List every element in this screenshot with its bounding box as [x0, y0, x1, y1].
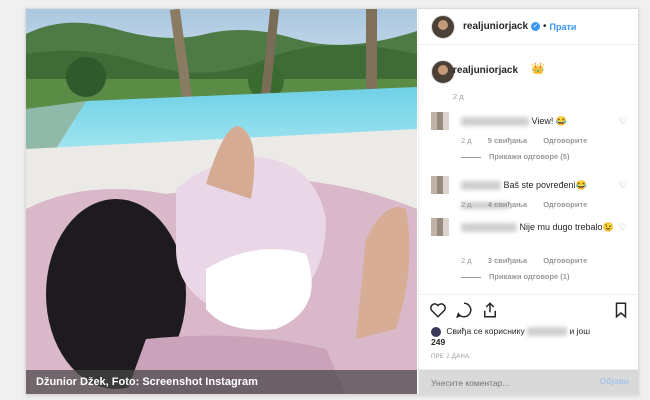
commenter-username-redacted[interactable]: [461, 117, 529, 127]
verified-badge-icon: ✓: [531, 22, 541, 31]
comment-time: 2 д: [461, 200, 472, 209]
post-header: realjuniorjack ✓ • Прати: [419, 9, 638, 45]
likes-count[interactable]: 249: [431, 337, 445, 347]
comments-list[interactable]: realjuniorjack 👑 2 д View! 😂 ♡ 2 д 5 сви…: [419, 46, 638, 294]
comment-time: 2 д: [461, 256, 472, 265]
comment-text-wrap: Baš ste povređeni😂: [461, 178, 621, 192]
comment-icon[interactable]: [455, 301, 473, 319]
author-avatar[interactable]: [431, 14, 455, 39]
comment-likes[interactable]: 3 свиђања: [488, 256, 527, 265]
post-actions: [419, 294, 638, 325]
reply-button[interactable]: Одговорите: [543, 200, 587, 209]
post-photo[interactable]: Džunior Džek, Foto: Screenshot Instagram: [26, 9, 417, 394]
owner-username[interactable]: realjuniorjack: [453, 65, 518, 76]
instagram-post: Džunior Džek, Foto: Screenshot Instagram…: [25, 8, 639, 395]
comment-time: 2 д: [461, 136, 472, 145]
view-replies-button[interactable]: Прикажи одговоре (5): [461, 152, 569, 161]
comment-text: View! 😂: [531, 116, 568, 126]
separator-dot: •: [543, 21, 547, 32]
view-replies-button[interactable]: Прикажи одговоре (1): [461, 272, 569, 281]
reply-button[interactable]: Одговорите: [543, 256, 587, 265]
heart-icon[interactable]: [429, 301, 447, 319]
commenter-username-redacted[interactable]: [461, 223, 517, 233]
post-side-panel: realjuniorjack ✓ • Прати realjuniorjack …: [418, 9, 638, 394]
owner-avatar[interactable]: [431, 60, 455, 84]
likes-middle: и још: [569, 326, 591, 336]
owner-comment-time: 2 д: [453, 92, 464, 101]
likes-summary: Свиђа се кориснику и још 249: [431, 326, 631, 348]
comment-likes[interactable]: 4 свиђања: [488, 200, 527, 209]
crown-emoji: 👑: [531, 63, 545, 75]
photo-caption: Džunior Džek, Foto: Screenshot Instagram: [26, 370, 417, 394]
commenter-avatar[interactable]: [431, 112, 449, 130]
comment-text: Nije mu dugo trebalo😉: [519, 222, 614, 232]
commenter-avatar[interactable]: [431, 176, 449, 194]
post-comment-button[interactable]: Објави: [600, 376, 629, 386]
author-username[interactable]: realjuniorjack: [463, 21, 528, 32]
bookmark-icon[interactable]: [612, 301, 630, 319]
comment-text: Baš ste povređeni😂: [503, 180, 587, 190]
add-comment-bar: Објави: [419, 369, 638, 394]
posted-timestamp: ПРЕ 2 ДАНА: [431, 354, 470, 360]
commenter-avatar[interactable]: [431, 218, 449, 236]
post-image: [26, 9, 417, 394]
comment-text-wrap: View! 😂: [461, 114, 621, 128]
like-comment-heart-icon[interactable]: ♡: [619, 180, 627, 191]
comment-input[interactable]: [429, 374, 583, 392]
likes-prefix: Свиђа се кориснику: [446, 326, 525, 336]
comment-meta-visible: 2 д 4 свиђања Одговорите: [461, 200, 601, 209]
like-comment-heart-icon[interactable]: ♡: [619, 116, 627, 127]
comment-likes[interactable]: 5 свиђања: [488, 136, 527, 145]
liker-username-redacted[interactable]: [527, 327, 568, 337]
comment-text-wrap: Nije mu dugo trebalo😉: [461, 220, 621, 234]
like-comment-heart-icon[interactable]: ♡: [619, 222, 627, 233]
comment-meta: 2 д 3 свиђања Одговорите: [461, 256, 601, 265]
commenter-username-redacted[interactable]: [461, 181, 501, 191]
liker-avatar[interactable]: [431, 326, 441, 337]
share-icon[interactable]: [481, 301, 499, 319]
follow-button[interactable]: Прати: [550, 22, 577, 32]
reply-button[interactable]: Одговорите: [543, 136, 587, 145]
comment-meta: 2 д 5 свиђања Одговорите: [461, 136, 601, 145]
